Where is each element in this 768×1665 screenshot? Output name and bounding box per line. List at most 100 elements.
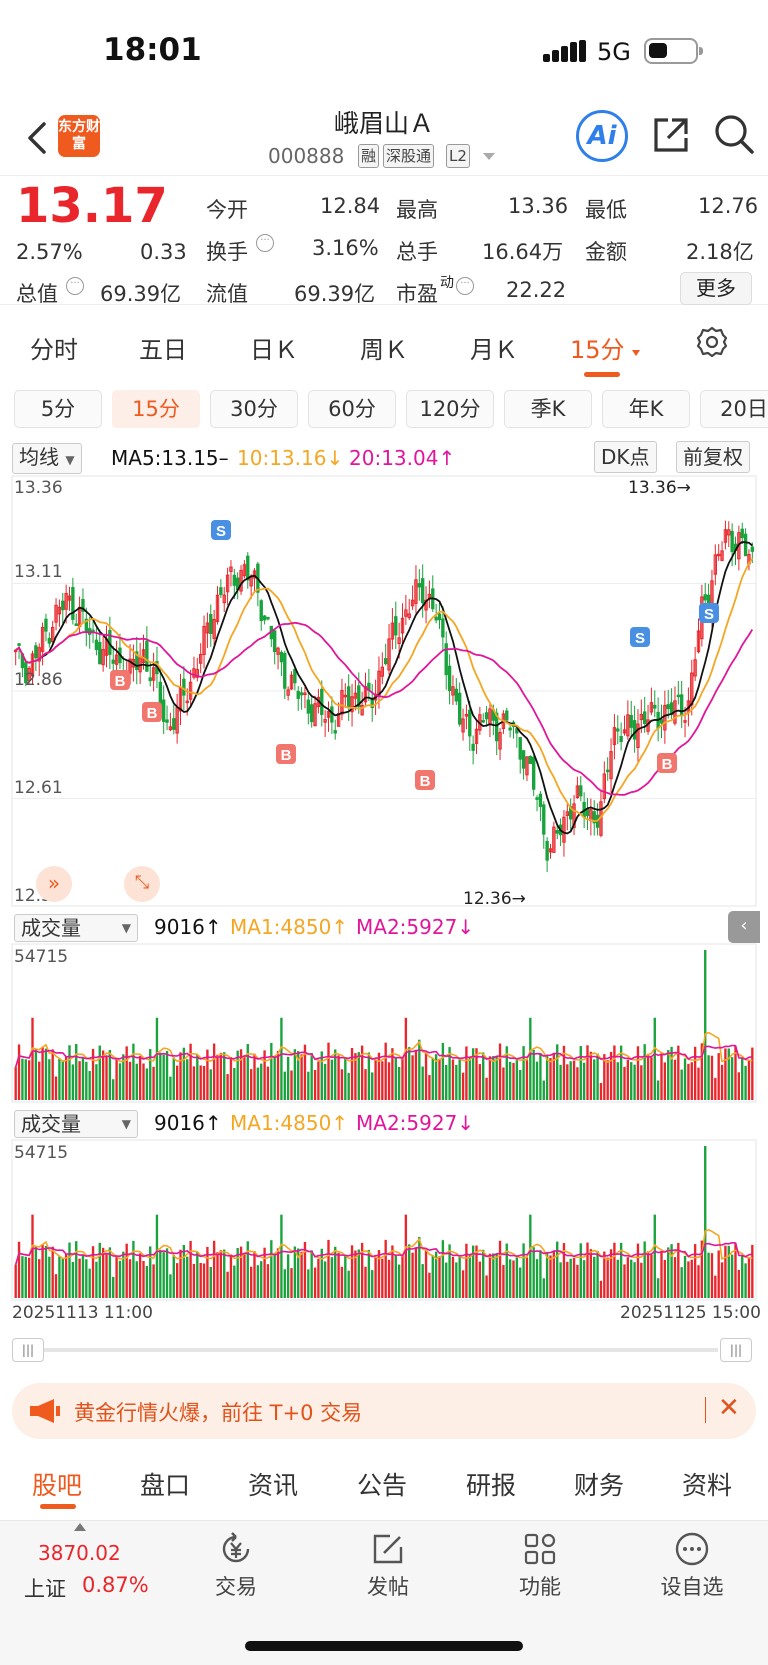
- tab-finance[interactable]: 财务: [574, 1466, 624, 1502]
- volume-bar: [41, 1046, 44, 1100]
- buy-signal-label: B: [281, 747, 292, 764]
- volume-bar: [233, 1068, 236, 1100]
- volume-bar: [172, 1057, 175, 1100]
- tab-profile[interactable]: 资料: [682, 1466, 732, 1502]
- volume-bar: [350, 1245, 354, 1298]
- fullscreen-icon[interactable]: ⤡: [124, 866, 160, 902]
- volume-bar: [88, 1071, 91, 1100]
- volume-bar: [364, 1069, 367, 1100]
- volume-bar: [81, 1254, 85, 1298]
- expand-right-icon[interactable]: »: [36, 866, 72, 902]
- candle-body: [47, 637, 52, 644]
- volume-bar: [58, 1256, 61, 1298]
- divider: [705, 1397, 706, 1423]
- candle-body: [310, 704, 314, 723]
- volume-bar: [310, 1250, 313, 1298]
- volume-indicator-select[interactable]: 成交量 ▼: [14, 1110, 138, 1138]
- volume-bar: [132, 1043, 135, 1100]
- dock-add-watchlist[interactable]: 设自选: [642, 1531, 742, 1601]
- candle-body: [333, 730, 337, 734]
- candle-body: [172, 718, 176, 730]
- volume-bar: [630, 1062, 633, 1100]
- range-handle-right[interactable]: |||: [720, 1338, 752, 1362]
- volume-indicator-select[interactable]: 成交量 ▼: [14, 914, 138, 942]
- volume-bar: [243, 1254, 246, 1298]
- volume-bar: [246, 1044, 249, 1100]
- dock-trade[interactable]: 交易: [186, 1531, 286, 1601]
- volume-bar: [727, 1245, 730, 1298]
- volume-bar: [680, 1267, 683, 1298]
- sell-signal-label: S: [635, 630, 645, 647]
- volume-bar: [68, 1242, 71, 1298]
- volume-bar: [226, 1271, 229, 1298]
- volume-bar: [212, 1043, 216, 1100]
- candle-body: [421, 578, 425, 604]
- candle-body: [676, 694, 680, 698]
- tab-forum[interactable]: 股吧: [32, 1466, 82, 1502]
- volume-bar: [704, 1146, 707, 1298]
- volume-bar: [418, 1236, 421, 1298]
- candle-body: [61, 600, 65, 611]
- dock-post[interactable]: 发帖: [338, 1531, 438, 1601]
- volume-bar: [626, 1059, 630, 1100]
- caret-icon: ▼: [121, 1117, 131, 1131]
- volume-bar: [727, 1048, 730, 1100]
- volume-bar: [482, 1249, 485, 1298]
- candle-body: [743, 533, 748, 557]
- volume-bar: [387, 1259, 391, 1298]
- volume-bar: [599, 1083, 603, 1100]
- volume-bar: [744, 1065, 747, 1100]
- volume-bar: [95, 1261, 98, 1298]
- volume-bar: [384, 1239, 387, 1298]
- tab-orderbook[interactable]: 盘口: [140, 1466, 190, 1502]
- promo-banner[interactable]: 黄金行情火爆，前往 T+0 交易 ✕: [12, 1383, 756, 1439]
- volume-bar: [192, 1066, 196, 1100]
- candle-body: [148, 677, 152, 682]
- volume-bar: [458, 1255, 461, 1298]
- range-handle-left[interactable]: |||: [12, 1338, 44, 1362]
- tab-news[interactable]: 资讯: [248, 1466, 298, 1502]
- volume-bar: [737, 1072, 741, 1100]
- volume-bar: [115, 1255, 118, 1298]
- close-icon[interactable]: ✕: [718, 1393, 740, 1423]
- volume-bar: [17, 1044, 21, 1100]
- tab-research[interactable]: 研报: [466, 1466, 516, 1502]
- volume-bar: [101, 1050, 105, 1100]
- volume-bar: [125, 1243, 128, 1298]
- volume-bar: [730, 1254, 734, 1298]
- volume-bar: [243, 1056, 246, 1100]
- dock-functions[interactable]: 功能: [490, 1531, 590, 1601]
- y-tick-12-86: 12.86: [14, 670, 63, 690]
- volume-bar: [522, 1046, 525, 1100]
- volume-bar: [616, 1259, 619, 1298]
- volume-bar: [508, 1061, 512, 1100]
- candle-body: [740, 528, 744, 539]
- volume-bar: [609, 1249, 613, 1298]
- volume-bar: [569, 1061, 572, 1100]
- volume-bar: [320, 1051, 323, 1100]
- volume-bar: [680, 1069, 683, 1100]
- active-tab-indicator: [40, 1504, 76, 1509]
- volume-bar: [196, 1054, 199, 1100]
- index-change: 0.87%: [82, 1573, 149, 1597]
- candle-body: [219, 587, 223, 596]
- candle-body: [471, 743, 475, 751]
- index-value[interactable]: 3870.02: [38, 1541, 121, 1565]
- volume-bar: [656, 1080, 660, 1100]
- volume-bar: [71, 1064, 75, 1100]
- caret-up-icon[interactable]: [74, 1523, 86, 1531]
- volume-bar: [179, 1052, 182, 1100]
- high-marker: 13.36→: [628, 478, 691, 498]
- tab-announcements[interactable]: 公告: [357, 1466, 407, 1502]
- collapse-panel-icon[interactable]: ‹: [728, 911, 760, 943]
- volume-bar: [98, 1045, 101, 1100]
- candle-body: [293, 668, 297, 684]
- volume-bar: [54, 1076, 58, 1100]
- buy-signal-label: B: [147, 705, 158, 722]
- volume-bar: [88, 1268, 91, 1298]
- volume-bar: [374, 1059, 377, 1100]
- volume-bar: [159, 1052, 162, 1100]
- volume-bar: [286, 1254, 290, 1298]
- volume-bar: [212, 1240, 216, 1298]
- volume-bar: [14, 1067, 17, 1100]
